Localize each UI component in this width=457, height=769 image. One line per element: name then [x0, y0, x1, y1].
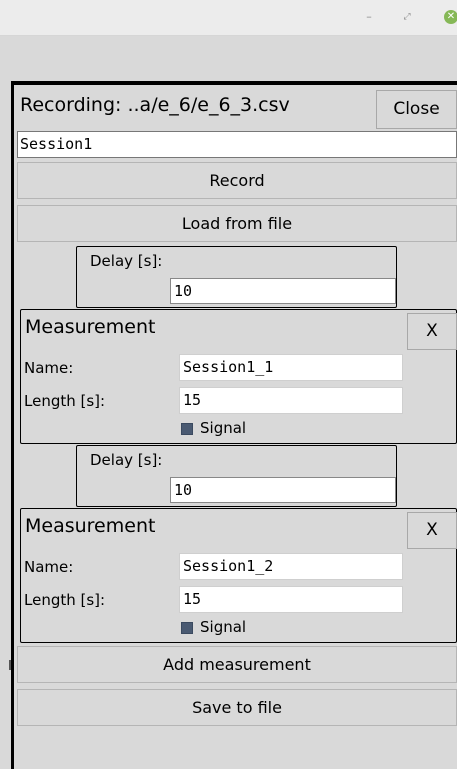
close-button[interactable]: Close — [376, 90, 457, 129]
signal-label: Signal — [200, 618, 247, 636]
maximize-icon[interactable]: ⤢ — [400, 10, 414, 24]
load-from-file-button[interactable]: Load from file — [17, 205, 457, 242]
measurement-group: Measurement X Name: Session1_1 Length [s… — [20, 309, 457, 444]
close-window-icon[interactable]: ✕ — [444, 10, 457, 24]
measurement-length-input[interactable]: 15 — [179, 586, 403, 613]
session-name-input[interactable]: Session1 — [17, 131, 457, 158]
minimize-icon[interactable]: – — [362, 10, 376, 24]
measurement-length-input[interactable]: 15 — [179, 387, 403, 414]
remove-measurement-button[interactable]: X — [407, 313, 457, 350]
signal-label: Signal — [200, 419, 247, 437]
measurement-title: Measurement — [25, 515, 156, 537]
delay-input[interactable]: 10 — [170, 477, 396, 503]
remove-measurement-button[interactable]: X — [407, 512, 457, 549]
signal-checkbox[interactable] — [181, 622, 193, 634]
name-label: Name: — [24, 558, 74, 576]
empty-toolbar-strip — [0, 37, 457, 81]
measurement-group: Measurement X Name: Session1_2 Length [s… — [20, 508, 457, 643]
measurement-name-input[interactable]: Session1_1 — [179, 354, 403, 381]
delay-input[interactable]: 10 — [170, 278, 396, 304]
length-label: Length [s]: — [24, 591, 106, 609]
delay-label: Delay [s]: — [90, 451, 163, 469]
measurement-title: Measurement — [25, 316, 156, 338]
signal-checkbox[interactable] — [181, 423, 193, 435]
delay-label: Delay [s]: — [90, 252, 163, 270]
add-measurement-button[interactable]: Add measurement — [17, 646, 457, 683]
save-to-file-button[interactable]: Save to file — [17, 689, 457, 726]
name-label: Name: — [24, 359, 74, 377]
length-label: Length [s]: — [24, 392, 106, 410]
recording-file-label: Recording: ..a/e_6/e_6_3.csv — [20, 94, 290, 116]
record-button[interactable]: Record — [17, 162, 457, 199]
delay-group: Delay [s]: 10 — [76, 445, 397, 507]
title-bar: – ⤢ ✕ — [0, 0, 457, 36]
delay-group: Delay [s]: 10 — [76, 246, 397, 308]
measurement-name-input[interactable]: Session1_2 — [179, 553, 403, 580]
